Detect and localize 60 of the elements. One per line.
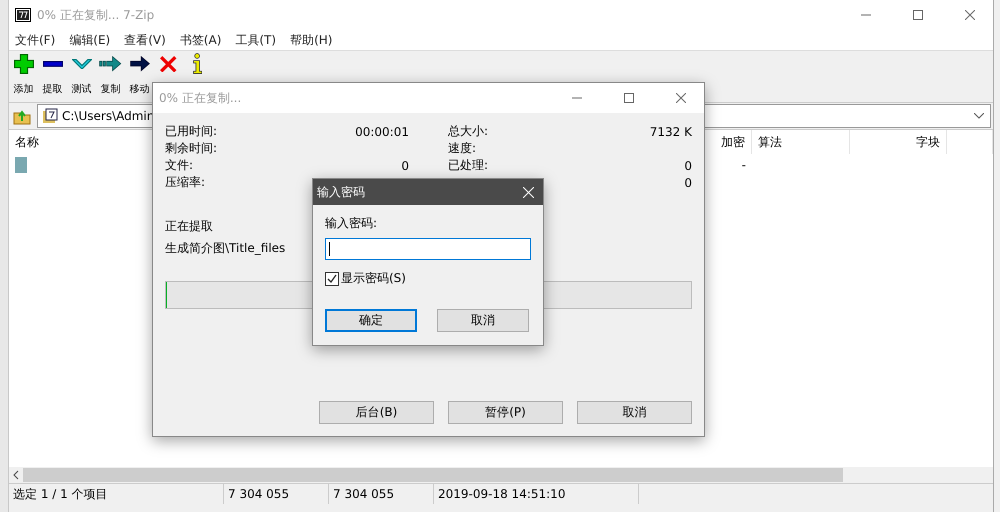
password-field[interactable] (325, 238, 531, 260)
toolbar-button[interactable]: 复制 (96, 54, 125, 96)
archive-icon (42, 108, 58, 124)
stat-label: 速度: (448, 140, 476, 157)
file-icon (15, 157, 27, 173)
toolbar-button[interactable]: 添加 (9, 54, 38, 96)
stat-label: 文件: (165, 157, 194, 174)
toolbar-button[interactable]: 测试 (67, 54, 96, 96)
status-text: 选定 1 / 1 个项目 (9, 484, 224, 504)
status-text: 7 304 055 (224, 484, 329, 504)
status-text: 2019-09-18 14:51:10 (434, 484, 639, 504)
stat-value: 00:00:01 (355, 124, 409, 138)
menu-item[interactable]: 帮助(H) (290, 32, 332, 48)
checkbox-label[interactable]: 显示密码(S) (341, 270, 406, 287)
arrow-right-icon (99, 56, 122, 72)
dialog-button[interactable]: 取消 (577, 401, 692, 424)
stat-value: 0 (401, 158, 409, 172)
table-cell-text: - (740, 157, 747, 174)
column-header[interactable]: 算法 (752, 130, 850, 154)
menu-item[interactable]: 工具(T) (235, 32, 276, 48)
chevron-down-icon[interactable] (974, 113, 984, 119)
close-icon[interactable] (965, 10, 975, 20)
stat-value: 0 (684, 176, 692, 190)
column-header[interactable]: 字块 (850, 130, 947, 154)
dialog-button[interactable]: 暂停(P) (448, 401, 563, 424)
dialog-button[interactable]: 确定 (325, 309, 417, 332)
stat-value: 7132 K (650, 124, 692, 138)
stat-label: 已用时间: (165, 123, 218, 140)
minus-icon (42, 61, 62, 67)
show-password-checkbox[interactable] (325, 272, 339, 286)
stat-label: 剩余时间: (165, 140, 218, 157)
maximize-icon[interactable] (913, 10, 923, 20)
close-icon[interactable] (676, 93, 686, 103)
x-icon (160, 56, 177, 72)
app-logo (15, 8, 31, 22)
menu-item[interactable]: 查看(V) (124, 32, 166, 48)
dialog-title: 输入密码 (317, 184, 366, 200)
stat-value: 0 (684, 158, 692, 172)
stat-label: 总大小: (448, 123, 488, 140)
toolbar-button[interactable]: 提取 (38, 54, 67, 96)
current-file-path: 生成简介图\Title_files (165, 240, 286, 257)
menu-item[interactable]: 编辑(E) (69, 32, 110, 48)
status-text: 7 304 055 (329, 484, 434, 504)
operation-label: 正在提取 (165, 218, 213, 235)
menu-item[interactable]: 文件(F) (15, 32, 56, 48)
window-title: 0% 正在复制... 7-Zip (37, 6, 156, 24)
plus-icon (14, 54, 34, 74)
chevron-down-icon (72, 58, 92, 70)
dialog-button[interactable]: 取消 (437, 309, 529, 332)
stat-label: 压缩率: (165, 174, 206, 191)
stat-label: 已处理: (448, 157, 488, 174)
toolbar-button[interactable]: 移动 (125, 54, 154, 96)
info-icon (192, 53, 202, 75)
menu-item[interactable]: 书签(A) (180, 32, 222, 48)
dialog-title: 0% 正在复制... (159, 90, 242, 106)
arrow-right-icon (130, 56, 150, 72)
password-label: 输入密码: (325, 215, 378, 232)
dialog-button[interactable]: 后台(B) (319, 401, 434, 424)
maximize-icon[interactable] (624, 93, 634, 103)
horizontal-scrollbar[interactable] (9, 467, 993, 483)
